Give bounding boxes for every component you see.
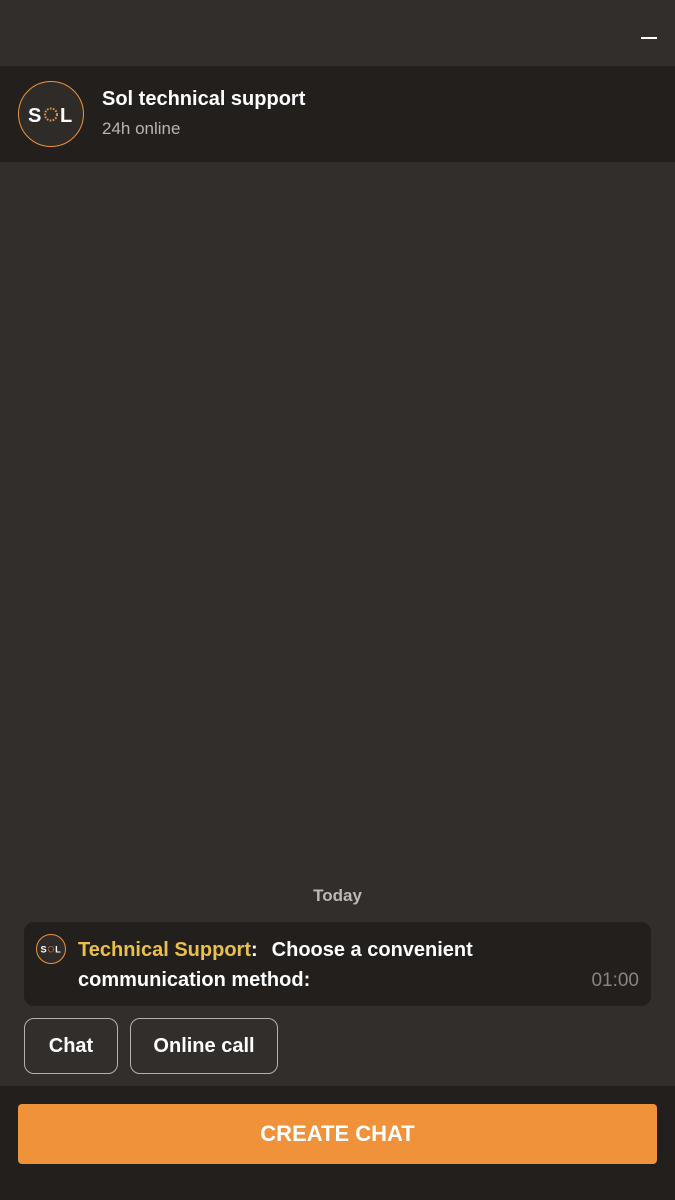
- message-time: 01:00: [591, 970, 639, 991]
- chat-header: S L Sol technical support 24h online: [0, 66, 675, 162]
- date-separator: Today: [313, 886, 362, 905]
- svg-text:S: S: [28, 105, 41, 127]
- sol-logo-icon: S L: [28, 105, 72, 127]
- support-title: Sol technical support: [102, 88, 306, 110]
- sender-separator: :: [250, 939, 258, 961]
- message-list[interactable]: Today S L Technical Support: Choose a con…: [0, 162, 675, 1086]
- minimize-button[interactable]: [637, 24, 661, 48]
- window-topbar: [0, 0, 675, 66]
- online-status: 24h online: [102, 119, 181, 138]
- chat-footer: CREATE CHAT: [0, 1086, 675, 1200]
- svg-text:L: L: [60, 105, 72, 127]
- online-call-option-button[interactable]: Online call: [130, 1018, 278, 1074]
- message-bubble: S L Technical Support: Choose a convenien…: [24, 922, 651, 1006]
- chat-widget: S L Sol technical support 24h online Tod…: [0, 0, 675, 1200]
- sol-logo-icon: S L: [40, 945, 61, 955]
- chat-option-button[interactable]: Chat: [24, 1018, 118, 1074]
- message-sender: Technical Support: [78, 939, 251, 961]
- svg-text:L: L: [55, 945, 61, 955]
- sender-avatar: S L: [36, 934, 66, 964]
- svg-text:S: S: [40, 945, 46, 955]
- minimize-icon: [641, 37, 657, 39]
- create-chat-button[interactable]: CREATE CHAT: [18, 1104, 657, 1164]
- message-text-block: Technical Support: Choose a convenient co…: [78, 935, 548, 995]
- avatar: S L: [18, 81, 84, 147]
